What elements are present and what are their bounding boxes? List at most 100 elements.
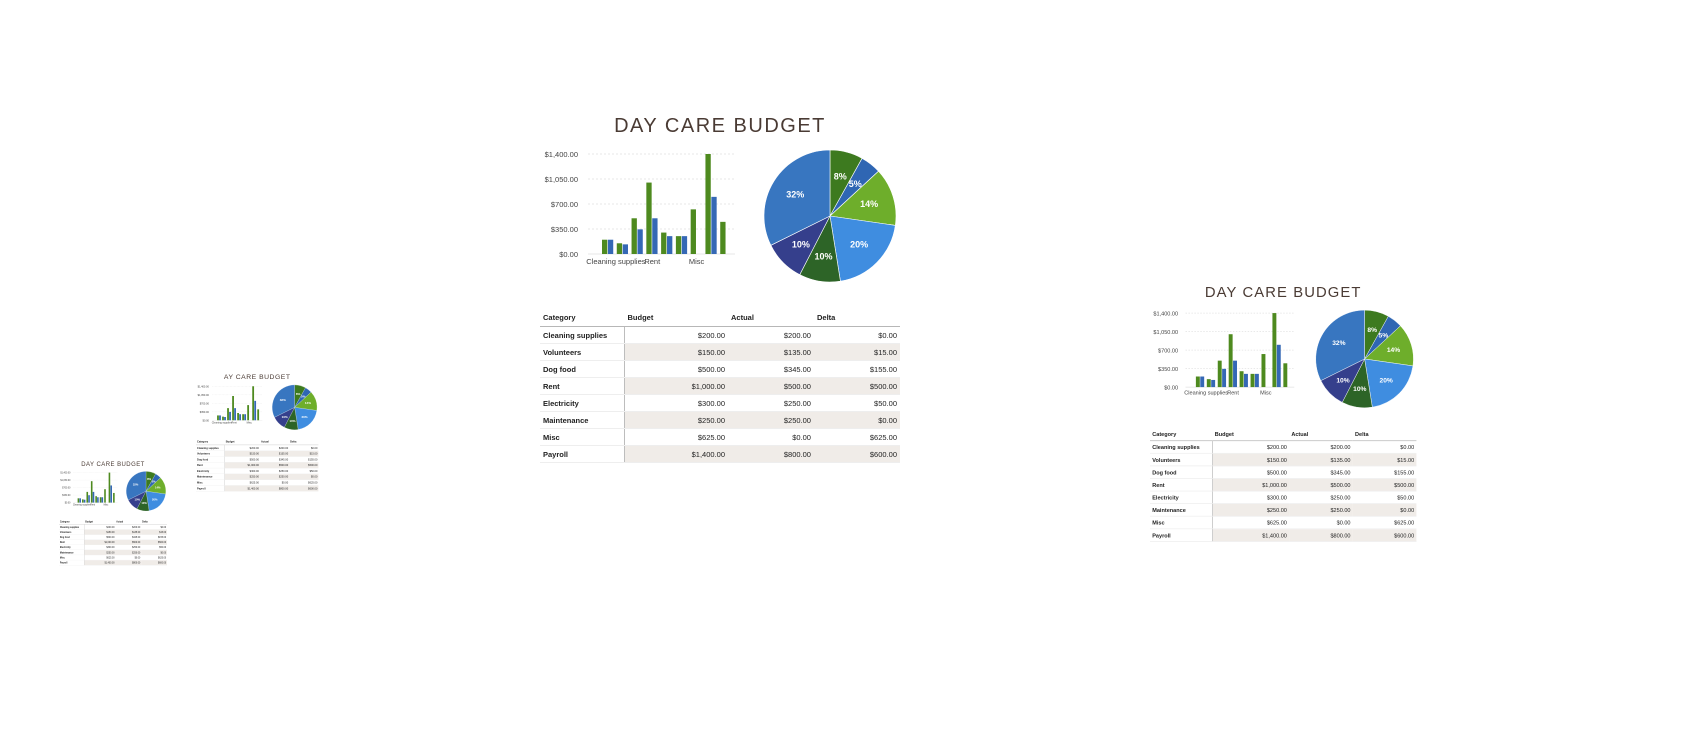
bar: [227, 408, 229, 421]
actual-cell: $250.00: [728, 411, 814, 429]
category-cell: Volunteers: [1150, 453, 1213, 467]
sheet-title: DAY CARE BUDGET: [614, 115, 826, 137]
bar: [222, 416, 224, 421]
budget-sheet: DAY CARE BUDGET $0.00 $350.00 $700.00 $1,05…: [1150, 282, 1417, 542]
bar: [83, 499, 86, 503]
bar: [99, 497, 102, 503]
budget-cell: $250.00: [1212, 503, 1290, 517]
x-tick-label: Rent: [90, 504, 95, 507]
bar: [79, 498, 81, 503]
bar: [1250, 373, 1255, 388]
budget-cell: $625.00: [624, 428, 728, 446]
budget-cell: $250.00: [624, 411, 728, 429]
category-cell: Electricity: [1150, 491, 1213, 505]
category-cell: Payroll: [59, 560, 85, 566]
actual-cell: $0.00: [728, 428, 814, 446]
budget-sheet: DAY CARE BUDGET $0.00 $350.00 $700.00 $1,05…: [540, 112, 900, 463]
y-tick-label: $1,400.00: [545, 150, 578, 159]
delta-cell: $155.00: [1352, 465, 1417, 479]
budget-cell: $150.00: [1212, 453, 1290, 467]
bar: [92, 491, 95, 503]
category-cell: Payroll: [196, 485, 225, 492]
bar: [77, 498, 80, 503]
bar: [646, 182, 652, 254]
table-row: Maintenance $250.00 $250.00 $0.00: [1150, 503, 1417, 517]
y-tick-label: $1,050.00: [1153, 330, 1178, 336]
pie-chart: 8%5%14%20%10%10%32%: [1315, 309, 1414, 408]
pie-label: 32%: [133, 483, 139, 487]
bar: [90, 481, 93, 503]
delta-cell: $0.00: [813, 326, 900, 344]
y-tick-label: $0.00: [559, 250, 578, 259]
bar: [607, 239, 614, 254]
delta-cell: $600.00: [289, 485, 319, 492]
category-cell: Maintenance: [540, 411, 625, 429]
bar: [108, 472, 111, 503]
delta-cell: $600.00: [141, 560, 167, 566]
budget-cell: $1,400.00: [1212, 528, 1290, 542]
pie-label: 20%: [1380, 377, 1393, 384]
y-tick-label: $700.00: [1158, 348, 1178, 354]
sheet-title: DAY CARE BUDGET: [81, 460, 145, 468]
actual-cell: $135.00: [1289, 453, 1353, 467]
budget-cell: $1,400.00: [624, 445, 728, 463]
x-tick-label: Cleaning supplies: [73, 505, 92, 507]
budget-sheet: DAY CARE BUDGET $0.00 $350.00 $700.00 $1,05…: [59, 460, 167, 566]
pie-label: 8%: [296, 392, 301, 396]
bar: [720, 221, 726, 254]
y-tick-label: $350.00: [62, 495, 71, 497]
table-body: Cleaning supplies $200.00 $200.00 $0.00 Volu…: [540, 326, 900, 463]
bar: [622, 244, 628, 254]
pie-label: 10%: [141, 501, 147, 505]
y-tick-label: $350.00: [200, 410, 210, 414]
bar: [244, 414, 247, 421]
actual-cell: $200.00: [728, 326, 814, 344]
pie-chart: 8%5%14%20%10%10%32%: [126, 471, 166, 512]
actual-cell: $0.00: [1289, 516, 1353, 530]
bar: [247, 405, 250, 421]
y-tick-label: $1,050.00: [198, 393, 210, 397]
bar: [101, 497, 104, 503]
actual-cell: $250.00: [1289, 491, 1353, 505]
bar: [681, 236, 688, 254]
table-row: Volunteers $150.00 $135.00 $15.00: [540, 343, 900, 361]
table-row: Rent $1,000.00 $500.00 $500.00: [1150, 478, 1417, 492]
bar: [242, 414, 245, 421]
budget-sheet: AY CARE BUDGET $0.00 $350.00 $700.00 $1,050…: [196, 372, 319, 492]
bar: [1195, 376, 1200, 388]
bar: [690, 209, 696, 254]
bar: [675, 236, 682, 254]
x-tick-label: Rent: [644, 257, 661, 266]
charts-area: $0.00 $350.00 $700.00 $1,050.00 $1,400.00 Cle…: [59, 470, 167, 515]
budget-cell: $625.00: [1212, 516, 1290, 530]
charts-area: $0.00 $350.00 $700.00 $1,050.00 $1,400.00 Cle…: [196, 384, 318, 435]
x-tick-label: Cleaning supplies: [212, 421, 233, 425]
table-row: Payroll $1,400.00 $800.00 $600.00: [1150, 528, 1417, 542]
pie-label: 20%: [152, 498, 158, 502]
budget-cell: $150.00: [624, 343, 728, 361]
pie-label: 8%: [834, 171, 847, 181]
sheet-title: DAY CARE BUDGET: [1204, 284, 1362, 301]
actual-cell: $250.00: [728, 394, 814, 412]
bar: [104, 489, 106, 503]
bar: [88, 495, 90, 503]
category-cell: Payroll: [540, 445, 625, 463]
x-tick-label: Rent: [1227, 390, 1239, 396]
pie-label: 10%: [289, 419, 295, 423]
budget-cell: $500.00: [624, 360, 728, 378]
category-cell: Volunteers: [540, 343, 625, 361]
y-tick-label: $0.00: [65, 503, 71, 505]
column-header: Delta: [1352, 427, 1417, 442]
delta-cell: $0.00: [1352, 440, 1417, 454]
bar: [1239, 371, 1244, 388]
category-cell: Rent: [1150, 478, 1213, 492]
table-row: Electricity $300.00 $250.00 $50.00: [540, 394, 900, 412]
actual-cell: $500.00: [728, 377, 814, 395]
y-tick-label: $700.00: [200, 401, 210, 405]
bar: [82, 499, 84, 503]
actual-cell: $800.00: [115, 560, 142, 566]
bar: [705, 154, 711, 254]
pie-label: 20%: [850, 240, 868, 250]
x-tick-label: Rent: [231, 421, 237, 425]
budget-cell: $1,000.00: [1212, 478, 1290, 492]
